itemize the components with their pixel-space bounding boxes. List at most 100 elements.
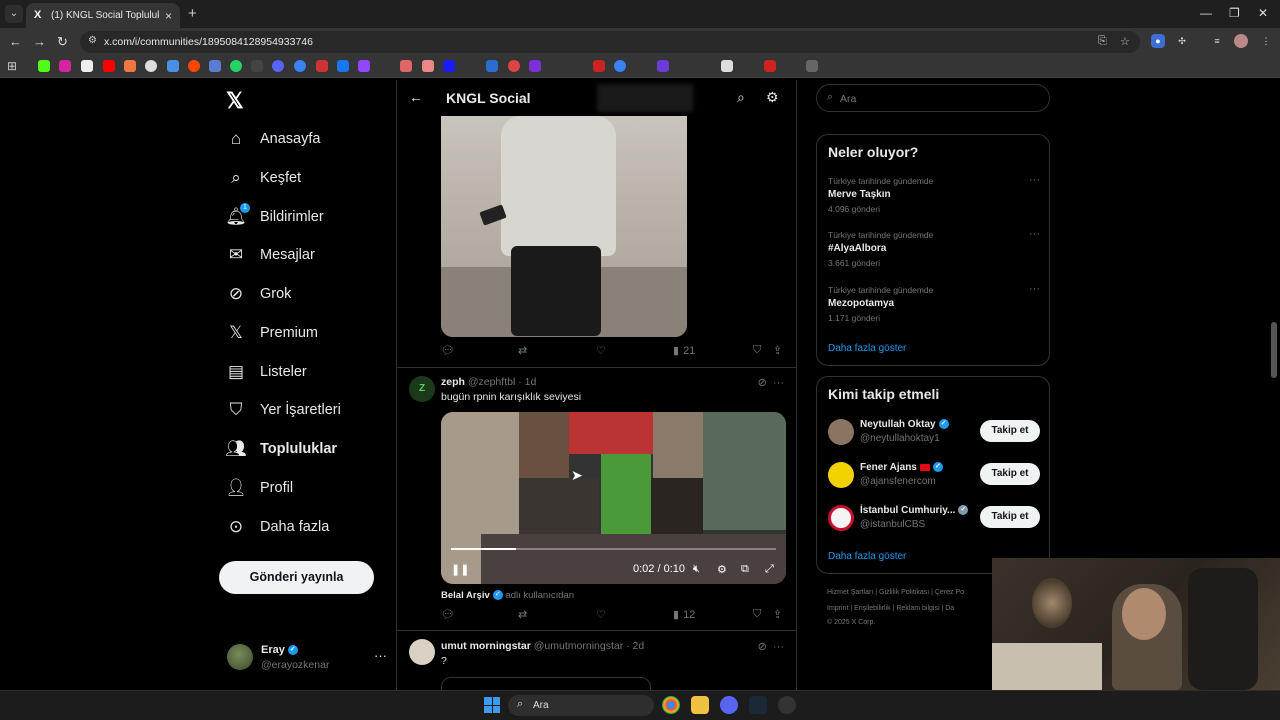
maximize-icon[interactable]: ❐ [1229,6,1240,20]
share-icon[interactable]: ⇪ [773,608,782,621]
reload-icon[interactable]: ↻ [57,34,68,50]
profile-avatar-icon[interactable] [1234,34,1248,48]
gear-icon[interactable]: ⚙ [766,89,779,106]
video-player[interactable]: ➤ ❚❚ 0:02 / 0:10 🔇︎ ⚙ ⧉ ⤢ [441,412,786,584]
x-bookmark-icon[interactable] [81,60,93,72]
follow-button[interactable]: Takip et [980,506,1040,528]
google-bookmark-icon[interactable] [145,60,157,72]
post-media[interactable] [441,677,651,690]
x-logo-icon[interactable]: 𝕏 [226,88,244,114]
footer-links[interactable]: Imprint | Erişilebilirlik | Reklam bilgi… [827,605,954,612]
trend-item[interactable]: Türkiye tarihinde gündemde Merve Taşkın … [828,174,1040,214]
settings-icon[interactable]: ⚙ [717,563,727,576]
bookmark-icon[interactable]: ⛉ [753,344,761,357]
bookmark-icon-17[interactable] [400,60,412,72]
whatsapp-bookmark-icon[interactable] [230,60,242,72]
show-more-link[interactable]: Daha fazla göster [828,551,906,562]
star-icon[interactable]: ☆ [1120,35,1130,48]
mute-icon[interactable]: 🔇︎ [693,563,700,576]
post-author-handle[interactable]: @umutmorningstar [534,640,623,652]
file-explorer-icon[interactable] [691,696,709,714]
post-video-thumbnail[interactable] [441,116,687,337]
media-control-icon[interactable]: ≡ [1210,34,1224,48]
post-button[interactable]: Gönderi yayınla [219,561,374,594]
bookmark-icon-26[interactable] [721,60,733,72]
bookmark-icon-21[interactable] [508,60,520,72]
app-icon[interactable] [778,696,796,714]
chrome-icon[interactable] [662,696,680,714]
bookmark-icon-19[interactable] [443,60,455,72]
twitch-bookmark-icon[interactable] [358,60,370,72]
post-author-handle[interactable]: @zephftbl [468,376,515,388]
puzzle-icon[interactable]: ✣ [1175,34,1189,48]
extension-icon[interactable]: ● [1151,34,1165,48]
reply-icon[interactable]: 💬︎ [441,608,455,621]
kebab-menu-icon[interactable]: ⋮ [1259,34,1273,48]
reply-icon[interactable]: 💬︎ [441,344,455,357]
taskbar-search[interactable]: ⌕ Ara [508,695,654,716]
discord-icon[interactable] [720,696,738,714]
nav-item-more[interactable]: ⊙ Daha fazla [226,514,329,540]
youtube-bookmark-icon[interactable] [103,60,115,72]
nav-item-grok[interactable]: ⊘ Grok [226,281,292,307]
repost-icon[interactable]: ⇄ [518,344,527,357]
site-info-icon[interactable]: ⚙ [88,35,97,46]
bookmark-icon-25[interactable] [657,60,669,72]
bookmark-icon-23[interactable] [593,60,605,72]
bookmark-icon-22[interactable] [529,60,541,72]
nav-item-home[interactable]: ⌂ Anasayfa [226,126,321,152]
more-dots-icon[interactable]: ··· [773,641,784,653]
avatar[interactable] [828,505,854,531]
nav-item-notifications[interactable]: 🔔︎ 1 Bildirimler [225,203,324,230]
like-icon[interactable]: ♡ [596,344,606,357]
avatar[interactable]: Z [409,376,435,402]
tab-search-dropdown[interactable]: ⌄ [5,5,23,23]
nav-item-communities[interactable]: 👥︎ Topluluklar [225,436,337,462]
install-app-icon[interactable]: ⎘ [1098,35,1107,48]
instagram-bookmark-icon[interactable] [59,60,71,72]
bookmark-icon-14[interactable] [316,60,328,72]
nav-item-lists[interactable]: ▤ Listeler [226,359,307,385]
bookmark-icon-28[interactable] [806,60,818,72]
bookmark-icon-7[interactable] [167,60,179,72]
bookmark-icon[interactable]: ⛉ [753,608,761,621]
address-bar[interactable]: ⚙ x.com/i/communities/189508412895493374… [80,31,1140,53]
search-icon[interactable]: ⌕ [737,89,745,106]
nav-item-profile[interactable]: 👤︎ Profil [225,475,293,501]
grok-icon[interactable]: ⊘ [758,641,767,653]
close-window-icon[interactable]: ✕ [1258,6,1268,20]
video-progress-bar[interactable] [451,548,776,550]
nav-item-bookmarks[interactable]: ⛉ Yer İşaretleri [226,397,341,423]
trend-item[interactable]: Türkiye tarihinde gündemde #AlyaAlbora 3… [828,228,1040,268]
follow-button[interactable]: Takip et [980,463,1040,485]
avatar[interactable] [828,462,854,488]
translate-bookmark-icon[interactable] [209,60,221,72]
post-author-name[interactable]: zeph [441,376,465,388]
bookmark-icon-27[interactable] [764,60,776,72]
pause-icon[interactable]: ❚❚ [451,563,469,576]
reddit-bookmark-icon[interactable] [188,60,200,72]
follow-button[interactable]: Takip et [980,420,1040,442]
nav-item-explore[interactable]: ⌕ Keşfet [226,165,301,191]
apps-grid-icon[interactable]: ⊞ [7,59,17,73]
minimize-icon[interactable]: — [1200,6,1212,20]
page-scrollbar[interactable] [1271,322,1277,378]
bookmark-icon-12[interactable] [272,60,284,72]
more-dots-icon[interactable]: ··· [773,377,784,389]
steam-icon[interactable] [749,696,767,714]
avatar[interactable] [409,639,435,665]
bookmark-icon-11[interactable] [251,60,263,72]
avatar[interactable] [828,419,854,445]
share-icon[interactable]: ⇪ [773,344,782,357]
more-dots-icon[interactable]: ··· [1029,174,1040,186]
more-dots-icon[interactable]: ··· [1029,283,1040,295]
post-author-name[interactable]: umut morningstar [441,640,531,652]
repost-icon[interactable]: ⇄ [518,608,527,621]
search-input[interactable]: ⌕ Ara [816,84,1050,112]
follow-name[interactable]: İstanbul Cumhuriy... [860,505,955,516]
gmail-bookmark-icon[interactable] [124,60,136,72]
nav-item-premium[interactable]: 𝕏 Premium [226,320,318,346]
show-more-link[interactable]: Daha fazla göster [828,343,906,354]
views-button[interactable]: ▮ 21 [673,344,695,358]
facebook-bookmark-icon[interactable] [337,60,349,72]
